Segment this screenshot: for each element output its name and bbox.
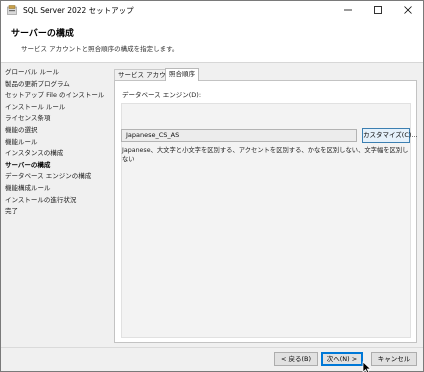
- maximize-button[interactable]: [363, 1, 393, 19]
- nav-item-install-rules[interactable]: インストール ルール: [5, 102, 111, 114]
- collation-field[interactable]: Japanese_CS_AS: [121, 129, 357, 142]
- setup-steps-nav: グローバル ルール 製品の更新プログラム セットアップ File のインストール…: [5, 67, 111, 218]
- nav-item-product-updates[interactable]: 製品の更新プログラム: [5, 79, 111, 91]
- page-title: サーバーの構成: [11, 29, 74, 39]
- next-button[interactable]: 次へ(N) >: [321, 352, 363, 366]
- nav-item-global-rules[interactable]: グローバル ルール: [5, 67, 111, 79]
- nav-item-instance-configuration[interactable]: インスタンスの構成: [5, 148, 111, 160]
- close-icon: [404, 6, 412, 14]
- collation-description: Japanese、大文字と小文字を区別する、アクセントを区別する、かなを区別しな…: [122, 147, 409, 163]
- customize-button[interactable]: カスタマイズ(C)...: [362, 128, 418, 143]
- maximize-icon: [374, 6, 382, 14]
- page-header: サーバーの構成 サービス アカウントと照合順序の構成を指定します。: [1, 19, 423, 63]
- collation-tab-panel: データベース エンジン(D): Japanese_CS_AS カスタマイズ(C)…: [114, 80, 418, 343]
- nav-item-installation-progress[interactable]: インストールの進行状況: [5, 195, 111, 207]
- footer-divider: [1, 347, 423, 348]
- nav-item-license-terms[interactable]: ライセンス条項: [5, 113, 111, 125]
- nav-item-database-engine-configuration[interactable]: データベース エンジンの構成: [5, 171, 111, 183]
- page-subtitle: サービス アカウントと照合順序の構成を指定します。: [21, 45, 179, 53]
- nav-item-server-configuration[interactable]: サーバーの構成: [5, 160, 111, 172]
- minimize-button[interactable]: [333, 1, 363, 19]
- database-engine-label: データベース エンジン(D):: [122, 91, 202, 99]
- nav-item-install-setup-files[interactable]: セットアップ File のインストール: [5, 90, 111, 102]
- nav-item-complete[interactable]: 完了: [5, 206, 111, 218]
- sql-server-setup-icon: [7, 5, 17, 15]
- nav-item-feature-selection[interactable]: 機能の選択: [5, 125, 111, 137]
- close-button[interactable]: [393, 1, 423, 19]
- mouse-pointer-icon: [362, 361, 372, 372]
- setup-window: SQL Server 2022 セットアップ サーバーの構成 サービス アカウン…: [0, 0, 424, 372]
- tab-collation[interactable]: 照合順序: [165, 68, 199, 81]
- back-button[interactable]: < 戻る(B): [274, 352, 318, 366]
- minimize-icon: [344, 9, 352, 11]
- window-title: SQL Server 2022 セットアップ: [23, 6, 134, 15]
- cancel-button[interactable]: キャンセル: [371, 352, 417, 366]
- nav-item-feature-rules[interactable]: 機能ルール: [5, 137, 111, 149]
- nav-item-feature-configuration-rules[interactable]: 機能構成ルール: [5, 183, 111, 195]
- title-bar: SQL Server 2022 セットアップ: [1, 1, 423, 19]
